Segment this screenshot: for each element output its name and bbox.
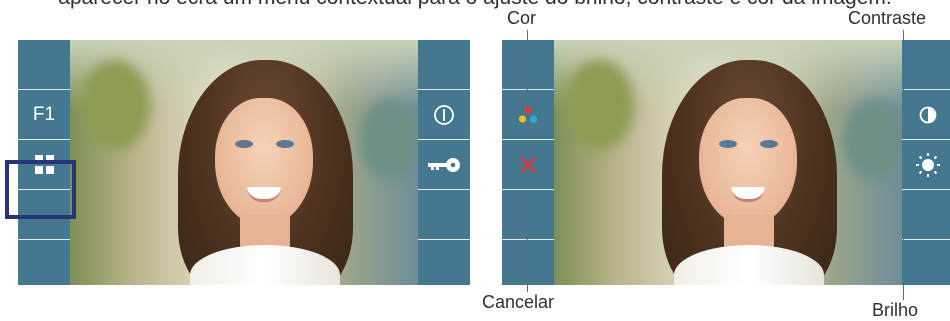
- label-cor: Cor: [507, 8, 537, 28]
- color-button[interactable]: [502, 90, 554, 139]
- camera-image-settings: [554, 40, 902, 285]
- empty-button-s5[interactable]: [502, 240, 554, 285]
- door-open-button[interactable]: [418, 140, 470, 189]
- monitor-screen-main: F1: [18, 40, 470, 285]
- empty-button-top[interactable]: [18, 40, 70, 89]
- empty-button-r1[interactable]: [418, 40, 470, 89]
- pointer-contraste: [903, 30, 904, 116]
- right-button-panel: [418, 40, 470, 285]
- key-icon: [428, 157, 460, 172]
- empty-button-r5[interactable]: [418, 240, 470, 285]
- settings-right-panel: [902, 40, 950, 285]
- brightness-icon: [916, 152, 940, 177]
- f1-button[interactable]: F1: [18, 90, 70, 139]
- power-icon: [434, 104, 454, 125]
- power-button[interactable]: [418, 90, 470, 139]
- color-dots-icon: [518, 105, 538, 123]
- camera-image: [70, 40, 418, 285]
- empty-button-t1[interactable]: [902, 40, 950, 89]
- brightness-button[interactable]: [902, 140, 950, 189]
- cancel-button[interactable]: [502, 140, 554, 189]
- empty-button-t5[interactable]: [902, 240, 950, 285]
- pointer-cor: [527, 30, 528, 116]
- monitor-screen-image-settings: [502, 40, 950, 285]
- empty-button-s4[interactable]: [502, 190, 554, 239]
- pointer-cancelar: [527, 200, 528, 292]
- menu-button-highlight: [5, 160, 76, 219]
- pointer-brilho: [903, 205, 904, 300]
- label-cancelar: Cancelar: [482, 292, 555, 312]
- empty-button-s1[interactable]: [502, 40, 554, 89]
- instruction-caption: aparecer no ecrã um menu contextual para…: [0, 0, 950, 10]
- cancel-x-icon: [520, 156, 536, 173]
- f1-label: F1: [32, 103, 56, 125]
- label-contraste: Contraste: [848, 8, 927, 28]
- contrast-button[interactable]: [902, 90, 950, 139]
- empty-button-r4[interactable]: [418, 190, 470, 239]
- empty-button-t4[interactable]: [902, 190, 950, 239]
- empty-button-5[interactable]: [18, 240, 70, 285]
- contrast-icon: [919, 106, 937, 123]
- settings-left-panel: [502, 40, 554, 285]
